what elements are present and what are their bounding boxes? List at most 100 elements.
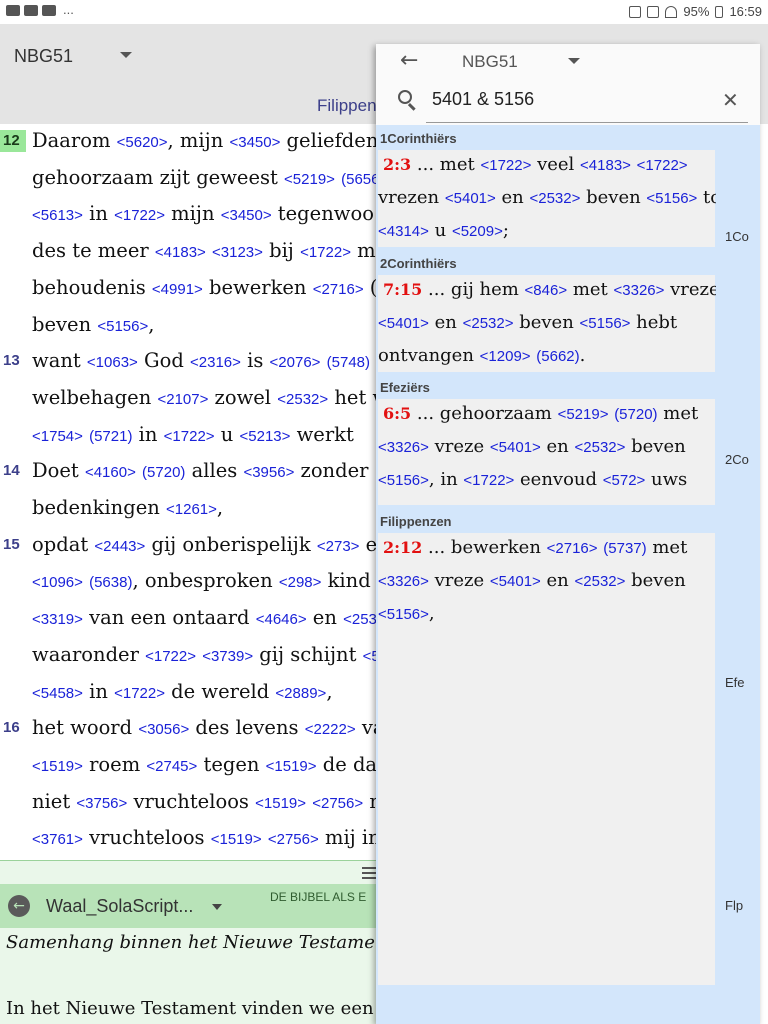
chevron-down-icon[interactable] bbox=[120, 52, 132, 58]
search-result[interactable]: 2:3 ... met <1722> veel <4183> <1722> vre… bbox=[378, 150, 716, 247]
strong-number-link[interactable]: <3326> bbox=[614, 282, 665, 299]
strong-number-link[interactable]: <1722> bbox=[145, 648, 196, 665]
book-title[interactable]: Filippen bbox=[317, 96, 377, 116]
search-input[interactable]: 5401 & 5156 bbox=[432, 89, 534, 110]
strong-number-link[interactable]: <3956> bbox=[243, 464, 294, 481]
strong-number-link[interactable]: <1722> bbox=[463, 472, 514, 489]
strong-number-link[interactable]: <5213> bbox=[240, 428, 291, 445]
strong-number-link[interactable]: <273> bbox=[317, 538, 360, 555]
strong-number-link[interactable]: <572> bbox=[603, 472, 646, 489]
strong-number-link[interactable]: (5748) bbox=[327, 354, 370, 371]
strong-number-link[interactable]: <2076> bbox=[270, 354, 321, 371]
strong-number-link[interactable]: <3450> bbox=[229, 134, 280, 151]
book-index-item[interactable]: 1Co bbox=[725, 229, 749, 244]
strong-number-link[interactable]: <2443> bbox=[94, 538, 145, 555]
strong-number-link[interactable]: <5401> bbox=[445, 190, 496, 207]
strong-number-link[interactable]: <3326> bbox=[378, 439, 429, 456]
strong-number-link[interactable]: (5737) bbox=[603, 540, 646, 557]
result-reference[interactable]: 2:12 bbox=[383, 538, 422, 557]
strong-number-link[interactable]: <5401> bbox=[490, 439, 541, 456]
verse-number[interactable]: 16 bbox=[0, 717, 26, 739]
strong-number-link[interactable]: <5620> bbox=[117, 134, 168, 151]
book-index-item[interactable]: Flp bbox=[725, 898, 743, 913]
strong-number-link[interactable]: <2532> bbox=[277, 391, 328, 408]
strong-number-link[interactable]: (5720) bbox=[614, 406, 657, 423]
drag-handle-icon[interactable] bbox=[362, 867, 376, 879]
strong-number-link[interactable]: <5156> bbox=[580, 315, 631, 332]
bible-text[interactable]: 12 Daarom <5620>, mijn <3450> geliefden ge… bbox=[0, 124, 376, 861]
strong-number-link[interactable]: <2532> bbox=[575, 573, 626, 590]
strong-number-link[interactable]: <3123> bbox=[212, 244, 263, 261]
strong-number-link[interactable]: <1261> bbox=[166, 501, 217, 518]
strong-number-link[interactable]: <1754> bbox=[32, 428, 83, 445]
strong-number-link[interactable]: <4183> bbox=[155, 244, 206, 261]
strong-number-link[interactable]: <2889> bbox=[275, 685, 326, 702]
chevron-down-icon[interactable] bbox=[212, 904, 222, 910]
strong-number-link[interactable]: <1519> bbox=[211, 831, 262, 848]
search-results[interactable]: 1Corinthiërs 2:3 ... met <1722> veel <418… bbox=[376, 125, 716, 1024]
strong-number-link[interactable]: (5720) bbox=[142, 464, 185, 481]
strong-number-link[interactable]: <4183> bbox=[580, 157, 631, 174]
strong-number-link[interactable]: <5156> bbox=[378, 606, 429, 623]
strong-number-link[interactable]: (5638) bbox=[89, 574, 132, 591]
strong-number-link[interactable]: <5401> bbox=[490, 573, 541, 590]
strong-number-link[interactable]: (5662) bbox=[536, 348, 579, 365]
verse-number[interactable]: 12 bbox=[0, 130, 26, 152]
strong-number-link[interactable]: <5401> bbox=[378, 315, 429, 332]
strong-number-link[interactable]: <4160> bbox=[85, 464, 136, 481]
strong-number-link[interactable]: <5209> bbox=[452, 223, 503, 240]
strong-number-link[interactable]: <1519> bbox=[255, 795, 306, 812]
strong-number-link[interactable]: <1722> bbox=[300, 244, 351, 261]
commentary-text[interactable]: Samenhang binnen het Nieuwe Testament In… bbox=[0, 928, 376, 1024]
strong-number-link[interactable]: <298> bbox=[279, 574, 322, 591]
strong-number-link[interactable]: <3756> bbox=[76, 795, 127, 812]
strong-number-link[interactable]: <2716> bbox=[547, 540, 598, 557]
strong-number-link[interactable]: <4314> bbox=[378, 223, 429, 240]
strong-number-link[interactable]: <1722> bbox=[480, 157, 531, 174]
strong-number-link[interactable]: <5613> bbox=[32, 207, 83, 224]
strong-number-link[interactable]: <253 bbox=[343, 611, 376, 628]
strong-number-link[interactable]: <2532> bbox=[463, 315, 514, 332]
split-divider[interactable] bbox=[0, 860, 376, 884]
strong-number-link[interactable]: <3326> bbox=[378, 573, 429, 590]
result-reference[interactable]: 7:15 bbox=[383, 280, 422, 299]
strong-number-link[interactable]: <2756> bbox=[312, 795, 363, 812]
strong-number-link[interactable]: <3450> bbox=[221, 207, 272, 224]
search-result[interactable]: 6:5 ... gehoorzaam <5219> (5720) met <332… bbox=[378, 399, 715, 505]
search-result[interactable]: 7:15 ... gij hem <846> met <3326> vrezen… bbox=[378, 275, 716, 372]
strong-number-link[interactable]: <5219> bbox=[558, 406, 609, 423]
result-reference[interactable]: 2:3 bbox=[383, 155, 411, 174]
strong-number-link[interactable]: <5 bbox=[363, 648, 376, 665]
strong-number-link[interactable]: <5458> bbox=[32, 685, 83, 702]
strong-number-link[interactable]: <2716> bbox=[313, 281, 364, 298]
close-icon[interactable]: ✕ bbox=[722, 88, 739, 112]
strong-number-link[interactable]: <1519> bbox=[266, 758, 317, 775]
verse-number[interactable]: 13 bbox=[0, 350, 26, 372]
strong-number-link[interactable]: <1519> bbox=[32, 758, 83, 775]
strong-number-link[interactable]: <2107> bbox=[157, 391, 208, 408]
verse-number[interactable]: 15 bbox=[0, 534, 26, 556]
back-arrow-icon[interactable]: ← bbox=[400, 48, 418, 73]
strong-number-link[interactable]: <4646> bbox=[256, 611, 307, 628]
strong-number-link[interactable]: <846> bbox=[525, 282, 568, 299]
strong-number-link[interactable]: <2756> bbox=[268, 831, 319, 848]
back-arrow-icon[interactable]: ← bbox=[8, 895, 30, 917]
search-version-selector[interactable]: NBG51 bbox=[462, 52, 518, 72]
strong-number-link[interactable]: <3761> bbox=[32, 831, 83, 848]
book-index-item[interactable]: 2Co bbox=[725, 452, 749, 467]
strong-number-link[interactable]: <3056> bbox=[138, 721, 189, 738]
strong-number-link[interactable]: <5156> bbox=[378, 472, 429, 489]
strong-number-link[interactable]: <3739> bbox=[202, 648, 253, 665]
strong-number-link[interactable]: <2532> bbox=[575, 439, 626, 456]
strong-number-link[interactable]: (5721) bbox=[89, 428, 132, 445]
strong-number-link[interactable]: <4991> bbox=[152, 281, 203, 298]
strong-number-link[interactable]: <5156> bbox=[646, 190, 697, 207]
strong-number-link[interactable]: <2745> bbox=[146, 758, 197, 775]
strong-number-link[interactable]: <2316> bbox=[190, 354, 241, 371]
version-selector[interactable]: NBG51 bbox=[14, 46, 73, 67]
strong-number-link[interactable]: (5656) bbox=[341, 171, 376, 188]
result-reference[interactable]: 6:5 bbox=[383, 404, 411, 423]
strong-number-link[interactable]: <1722> bbox=[114, 207, 165, 224]
strong-number-link[interactable]: <5156> bbox=[97, 318, 148, 335]
verse-number[interactable]: 14 bbox=[0, 460, 26, 482]
